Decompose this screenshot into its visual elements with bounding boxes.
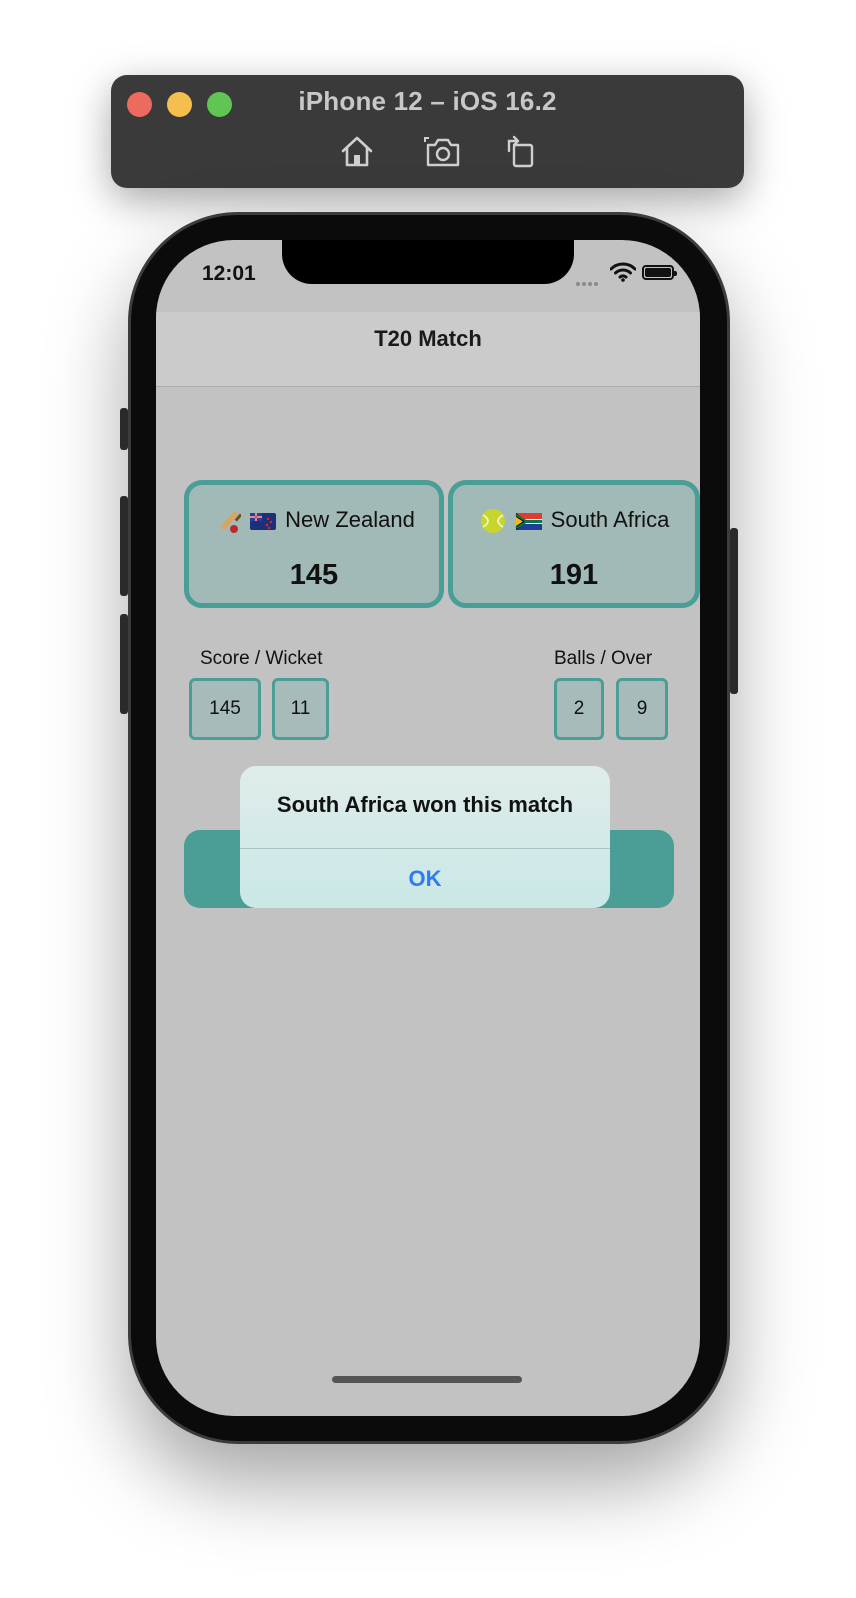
nav-title: T20 Match <box>374 326 482 351</box>
team-card-new-zealand[interactable]: New Zealand 145 <box>184 480 444 608</box>
notch <box>282 240 574 284</box>
battery-icon <box>642 265 677 280</box>
team-card-south-africa[interactable]: South Africa 191 <box>448 480 700 608</box>
balls-field[interactable]: 2 <box>554 678 604 740</box>
cricket-bat-icon <box>221 511 242 534</box>
status-time: 12:01 <box>202 262 256 285</box>
volume-up-button <box>120 496 128 596</box>
alert-dialog: South Africa won this match OK <box>240 766 610 908</box>
score-wicket-label: Score / Wicket <box>200 648 323 669</box>
balls-over-label: Balls / Over <box>554 648 653 669</box>
screenshot-icon[interactable] <box>423 133 463 169</box>
team-name-new-zealand: New Zealand <box>285 507 415 532</box>
score-field[interactable]: 145 <box>189 678 261 740</box>
mute-switch <box>120 408 128 450</box>
alert-message: South Africa won this match <box>276 792 574 817</box>
ball-icon <box>480 509 505 534</box>
home-icon[interactable] <box>337 133 377 169</box>
team-score-new-zealand: 145 <box>289 559 339 591</box>
phone-screen: 12:01 T20 Match New Zealand 145 South Af… <box>156 240 700 1416</box>
team-name-row: South Africa <box>453 507 695 535</box>
simulator-title-bar: iPhone 12 – iOS 16.2 <box>111 75 744 188</box>
simulator-title: iPhone 12 – iOS 16.2 <box>298 86 557 116</box>
volume-down-button <box>120 614 128 714</box>
rotate-icon[interactable] <box>501 133 541 169</box>
wicket-field[interactable]: 11 <box>272 678 329 740</box>
team-score-south-africa: 191 <box>549 559 599 591</box>
south-africa-flag-icon <box>515 513 542 531</box>
home-indicator[interactable] <box>332 1376 522 1383</box>
alert-ok-button[interactable]: OK <box>240 849 610 908</box>
team-name-south-africa: South Africa <box>550 507 670 532</box>
cellular-signal-icon <box>576 273 600 291</box>
navigation-bar: T20 Match <box>156 312 700 387</box>
new-zealand-flag-icon <box>250 513 277 531</box>
wifi-icon <box>610 262 636 282</box>
power-button <box>730 528 738 694</box>
team-name-row: New Zealand <box>189 507 439 535</box>
over-field[interactable]: 9 <box>616 678 668 740</box>
